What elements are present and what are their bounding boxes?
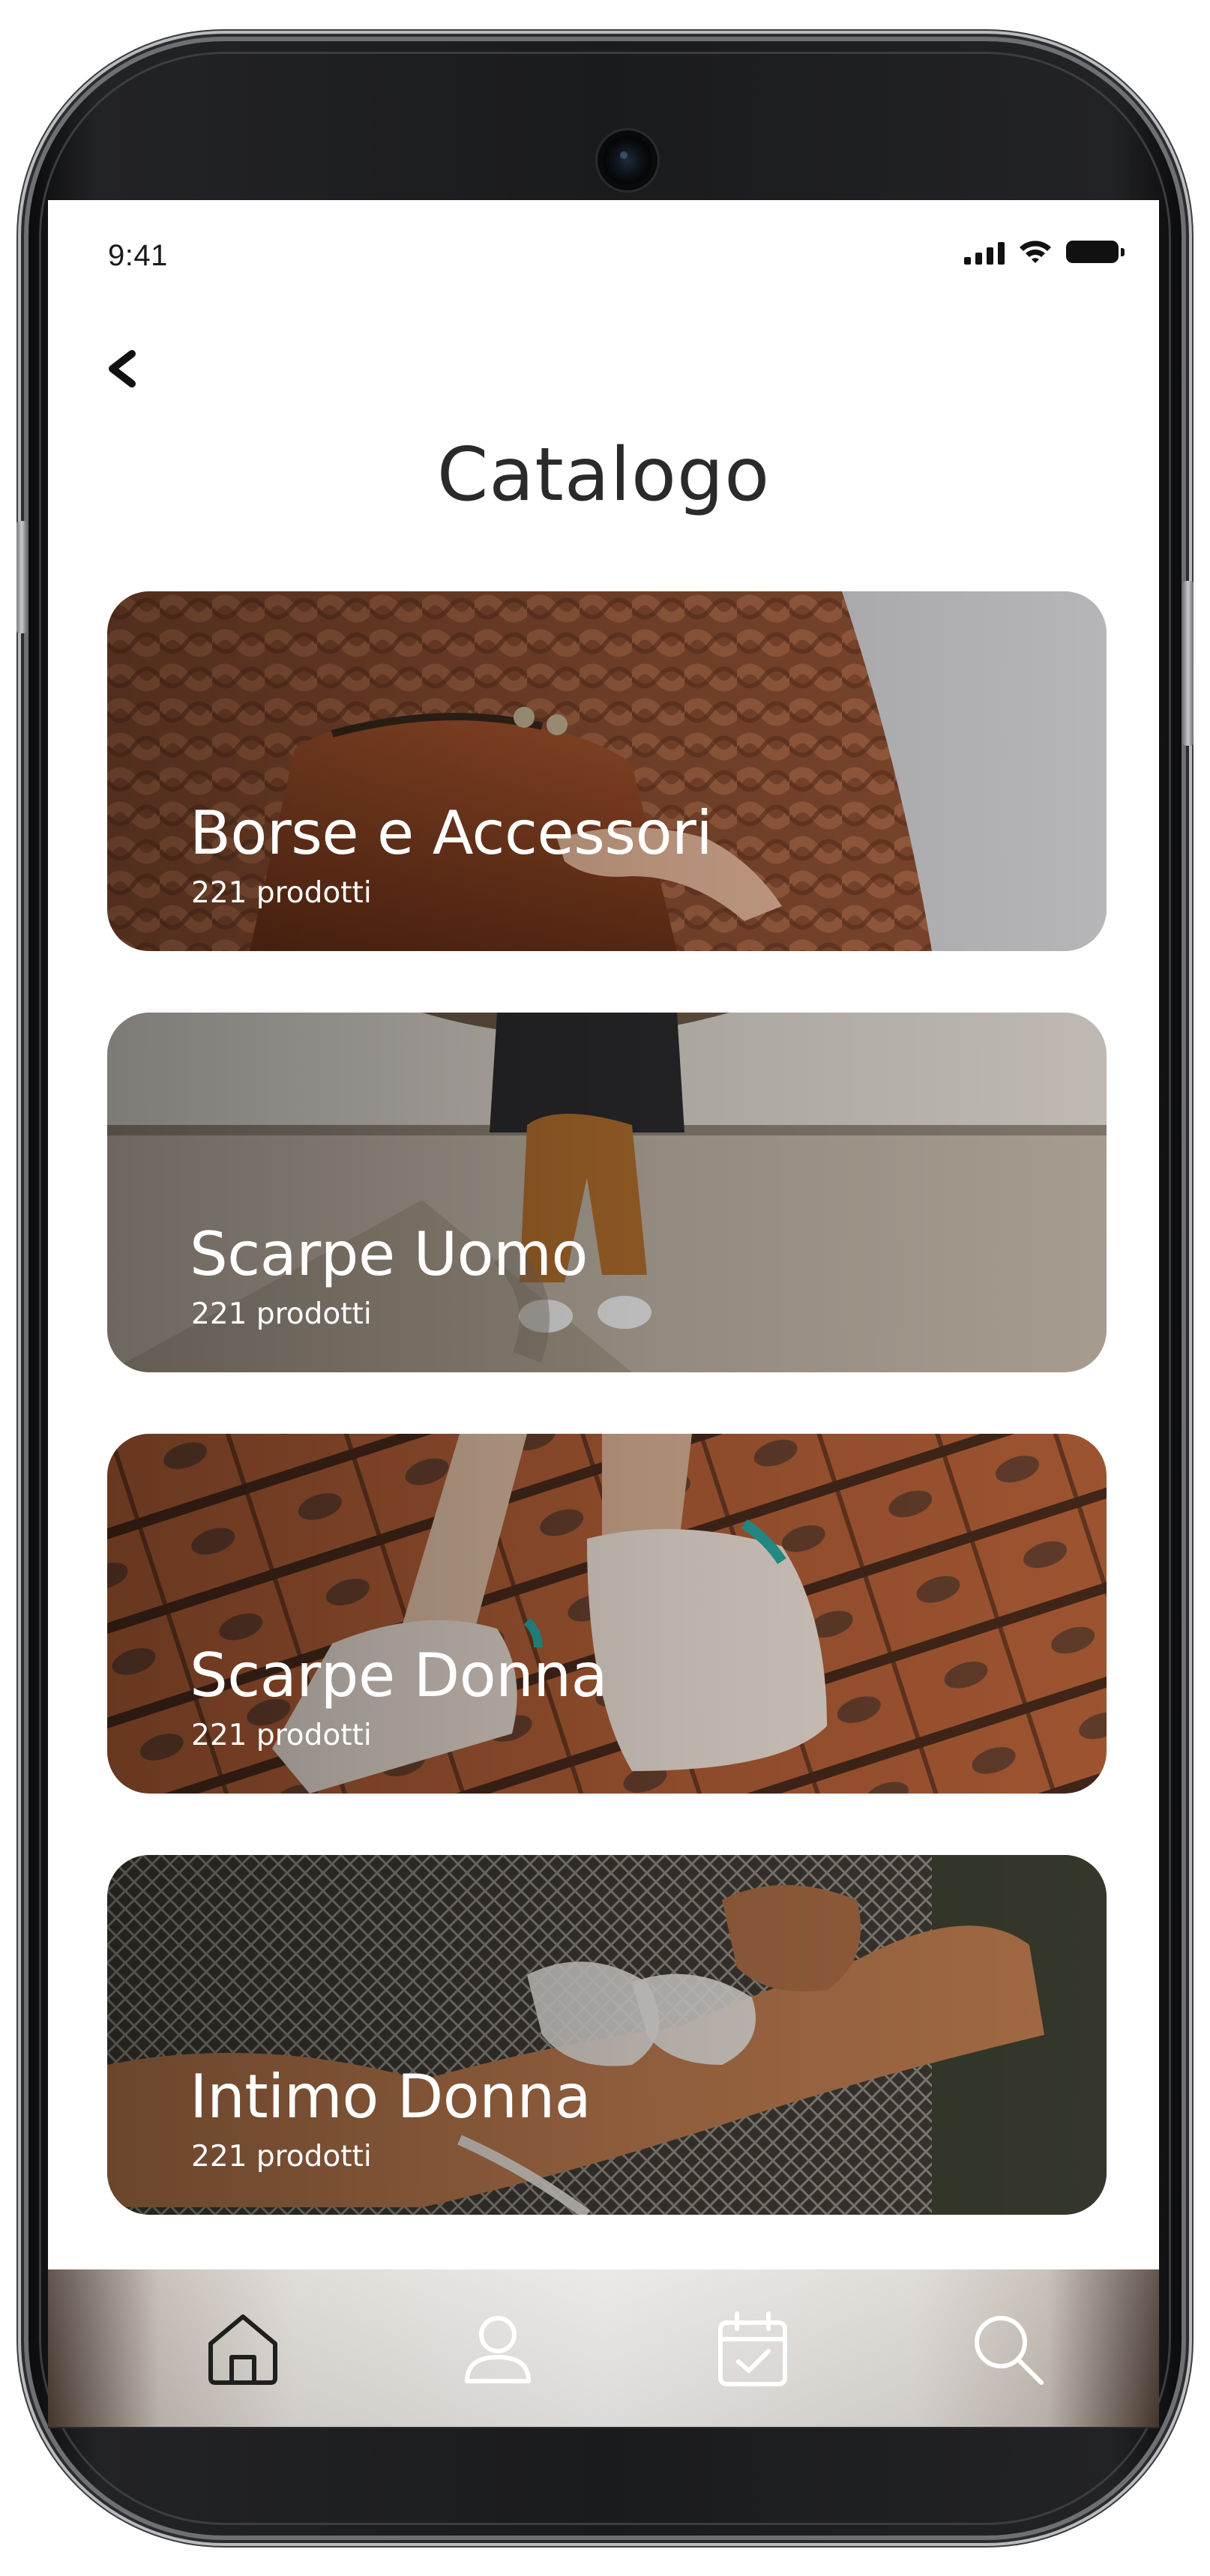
phone-volume-button bbox=[16, 521, 27, 633]
phone-side-button bbox=[1183, 581, 1194, 746]
category-title: Borse e Accessori bbox=[190, 798, 713, 868]
app-screen: 9:41 Catalogo Borse e Accessori 221 prod… bbox=[48, 200, 1159, 2428]
nav-divider bbox=[48, 2427, 1159, 2428]
nav-home[interactable] bbox=[198, 2304, 288, 2394]
category-card-borse-accessori[interactable]: Borse e Accessori 221 prodotti bbox=[107, 591, 1107, 951]
calendar-check-icon bbox=[718, 2311, 787, 2386]
page-title: Catalogo bbox=[436, 432, 771, 518]
category-card-scarpe-uomo[interactable]: Scarpe Uomo 221 prodotti bbox=[107, 1013, 1107, 1372]
nav-profile[interactable] bbox=[453, 2304, 543, 2394]
cellular-signal-icon bbox=[964, 239, 1005, 265]
front-camera bbox=[601, 133, 654, 187]
category-title: Intimo Donna bbox=[190, 2062, 592, 2132]
category-title: Scarpe Uomo bbox=[190, 1219, 588, 1289]
category-count: 221 prodotti bbox=[191, 1297, 372, 1331]
search-icon bbox=[975, 2316, 1044, 2385]
user-icon bbox=[465, 2316, 531, 2383]
category-card-scarpe-donna[interactable]: Scarpe Donna 221 prodotti bbox=[107, 1434, 1107, 1794]
status-bar: 9:41 bbox=[48, 200, 1159, 313]
category-count: 221 prodotti bbox=[191, 876, 372, 910]
wifi-icon bbox=[1020, 241, 1051, 263]
nav-search[interactable] bbox=[963, 2304, 1053, 2394]
category-list: Borse e Accessori 221 prodotti Scarpe Uo… bbox=[107, 591, 1107, 2276]
status-icons bbox=[964, 239, 1125, 265]
bottom-navigation bbox=[48, 2269, 1159, 2428]
chevron-left-icon bbox=[109, 350, 136, 387]
category-count: 221 prodotti bbox=[191, 1719, 372, 1752]
nav-bookings[interactable] bbox=[708, 2304, 798, 2394]
battery-icon bbox=[1066, 241, 1125, 263]
back-button[interactable] bbox=[105, 335, 172, 402]
category-count: 221 prodotti bbox=[191, 2140, 372, 2174]
home-icon bbox=[208, 2314, 277, 2385]
status-time: 9:41 bbox=[108, 239, 168, 272]
category-card-intimo-donna[interactable]: Intimo Donna 221 prodotti bbox=[107, 1855, 1107, 2215]
category-title: Scarpe Donna bbox=[190, 1641, 608, 1710]
